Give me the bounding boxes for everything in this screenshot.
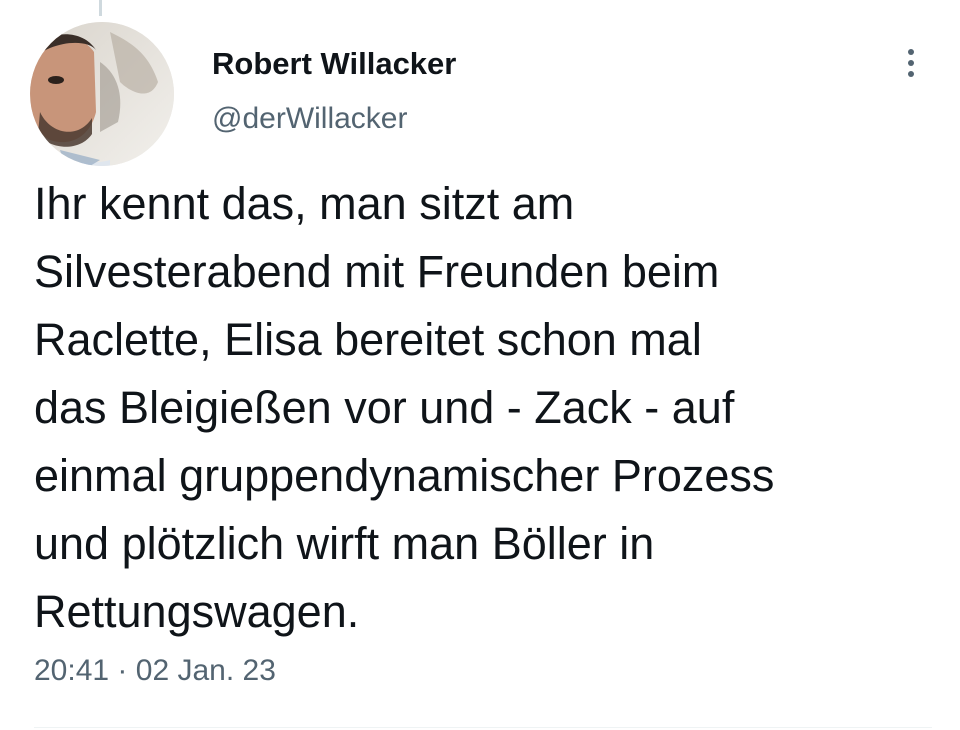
tweet-date: 02 Jan. 23 bbox=[135, 654, 276, 687]
avatar[interactable] bbox=[30, 22, 174, 166]
author-handle[interactable]: @derWillacker bbox=[212, 102, 407, 136]
tweet-text-line: und plötzlich wirft man Böller in bbox=[34, 518, 655, 569]
more-vertical-icon bbox=[908, 71, 914, 77]
thread-connector-line bbox=[99, 0, 102, 16]
tweet-time: 20:41 bbox=[34, 654, 110, 687]
divider bbox=[34, 727, 932, 728]
more-options-button[interactable] bbox=[896, 40, 926, 86]
tweet-text: Ihr kennt das, man sitzt am Silvesterabe… bbox=[34, 170, 934, 646]
tweet-text-line: Ihr kennt das, man sitzt am bbox=[34, 178, 575, 229]
tweet-text-line: Silvesterabend mit Freunden beim bbox=[34, 246, 720, 297]
tweet-timestamp[interactable]: 20:41 · 02 Jan. 23 bbox=[34, 654, 276, 688]
tweet-text-line: einmal gruppendynamischer Prozess bbox=[34, 450, 775, 501]
meta-separator: · bbox=[117, 654, 128, 687]
author-name[interactable]: Robert Willacker bbox=[212, 46, 456, 82]
avatar-photo bbox=[30, 22, 174, 166]
more-vertical-icon bbox=[908, 60, 914, 66]
tweet-text-line: das Bleigießen vor und - Zack - auf bbox=[34, 382, 735, 433]
tweet-text-line: Raclette, Elisa bereitet schon mal bbox=[34, 314, 702, 365]
more-vertical-icon bbox=[908, 49, 914, 55]
tweet-text-line: Rettungswagen. bbox=[34, 586, 360, 637]
